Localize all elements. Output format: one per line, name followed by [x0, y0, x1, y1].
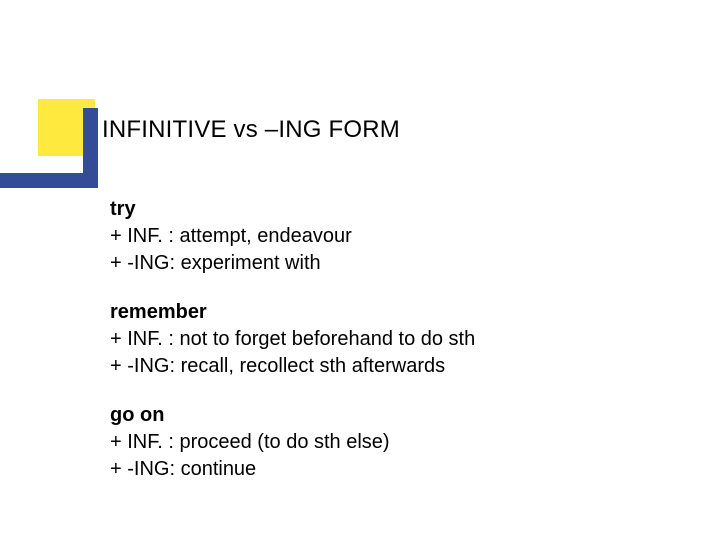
entry-word: remember	[110, 299, 475, 326]
decoration-blue-bar-horizontal	[0, 173, 98, 188]
entry-try: try + INF. : attempt, endeavour + -ING: …	[110, 196, 475, 277]
entry-word: go on	[110, 402, 475, 429]
slide-title: INFINITIVE vs –ING FORM	[102, 116, 400, 144]
slide: INFINITIVE vs –ING FORM try + INF. : att…	[0, 0, 720, 540]
entry-word: try	[110, 196, 475, 223]
entry-remember: remember + INF. : not to forget beforeha…	[110, 299, 475, 380]
entry-ing-line: + -ING: experiment with	[110, 250, 475, 277]
entry-inf-line: + INF. : not to forget beforehand to do …	[110, 326, 475, 353]
entry-inf-line: + INF. : proceed (to do sth else)	[110, 429, 475, 456]
entry-go-on: go on + INF. : proceed (to do sth else) …	[110, 402, 475, 483]
entry-inf-line: + INF. : attempt, endeavour	[110, 223, 475, 250]
entry-ing-line: + -ING: continue	[110, 456, 475, 483]
slide-body: try + INF. : attempt, endeavour + -ING: …	[110, 196, 475, 505]
entry-ing-line: + -ING: recall, recollect sth afterwards	[110, 353, 475, 380]
